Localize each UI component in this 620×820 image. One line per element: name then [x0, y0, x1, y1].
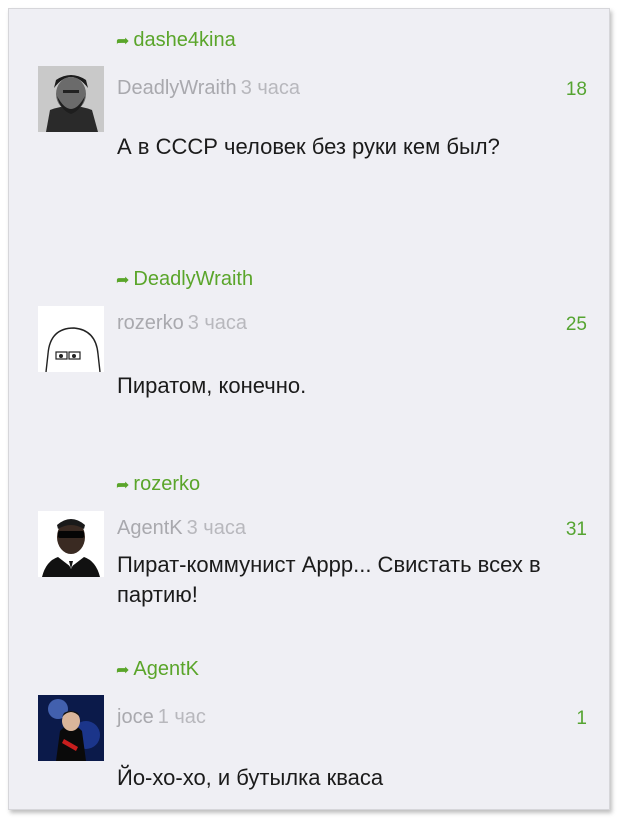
comment-meta: DeadlyWraith 3 часа: [117, 77, 300, 100]
author-name[interactable]: AgentK: [117, 517, 183, 539]
timestamp: 1 час: [157, 706, 206, 728]
reply-arrow-icon: ➦: [116, 477, 130, 494]
reply-to-username[interactable]: dashe4kina: [133, 29, 235, 51]
score: 18: [565, 79, 587, 100]
timestamp: 3 часа: [186, 517, 246, 539]
comment-text: Пиратом, конечно.: [117, 373, 307, 398]
author-name[interactable]: DeadlyWraith: [117, 77, 237, 99]
reply-to-link[interactable]: ➦ dashe4kina: [116, 29, 236, 52]
comment-text: Йо-хо-хо, и бутылка кваса: [117, 765, 384, 790]
reply-to-link[interactable]: ➦ DeadlyWraith: [116, 268, 253, 291]
comment-meta: joce 1 час: [117, 706, 206, 729]
avatar[interactable]: [38, 695, 104, 761]
avatar-image: [38, 695, 104, 761]
author-name[interactable]: joce: [117, 706, 154, 728]
avatar-image: [38, 306, 104, 372]
avatar-image: [38, 511, 104, 577]
avatar[interactable]: [38, 306, 104, 372]
score: 25: [565, 314, 587, 335]
screenshot-frame: ➦ dashe4kina DeadlyWraith 3 часа 18 А в СС…: [0, 0, 620, 820]
comment-meta: AgentK 3 часа: [117, 517, 246, 540]
timestamp: 3 часа: [240, 77, 301, 99]
avatar-image: [38, 66, 104, 132]
reply-to-link[interactable]: ➦ rozerko: [116, 473, 200, 496]
reply-to-link[interactable]: ➦ AgentK: [116, 658, 199, 681]
comment-thread: ➦ dashe4kina DeadlyWraith 3 часа 18 А в СС…: [8, 8, 610, 810]
reply-arrow-icon: ➦: [116, 33, 130, 50]
author-name[interactable]: rozerko: [117, 312, 184, 334]
reply-arrow-icon: ➦: [116, 662, 130, 679]
comment-text: А в СССР человек без руки кем был?: [117, 134, 500, 159]
avatar[interactable]: [38, 66, 104, 132]
reply-to-username[interactable]: AgentK: [133, 658, 199, 680]
timestamp: 3 часа: [187, 312, 248, 334]
avatar[interactable]: [38, 511, 104, 577]
score: 31: [565, 519, 587, 540]
reply-arrow-icon: ➦: [116, 272, 130, 289]
reply-to-username[interactable]: DeadlyWraith: [133, 268, 253, 290]
reply-to-username[interactable]: rozerko: [133, 473, 200, 495]
comment-meta: rozerko 3 часа: [117, 312, 247, 335]
comment-text: Пират-коммунист Аррр... Свистать всех в …: [117, 552, 541, 607]
score: 1: [576, 708, 587, 729]
